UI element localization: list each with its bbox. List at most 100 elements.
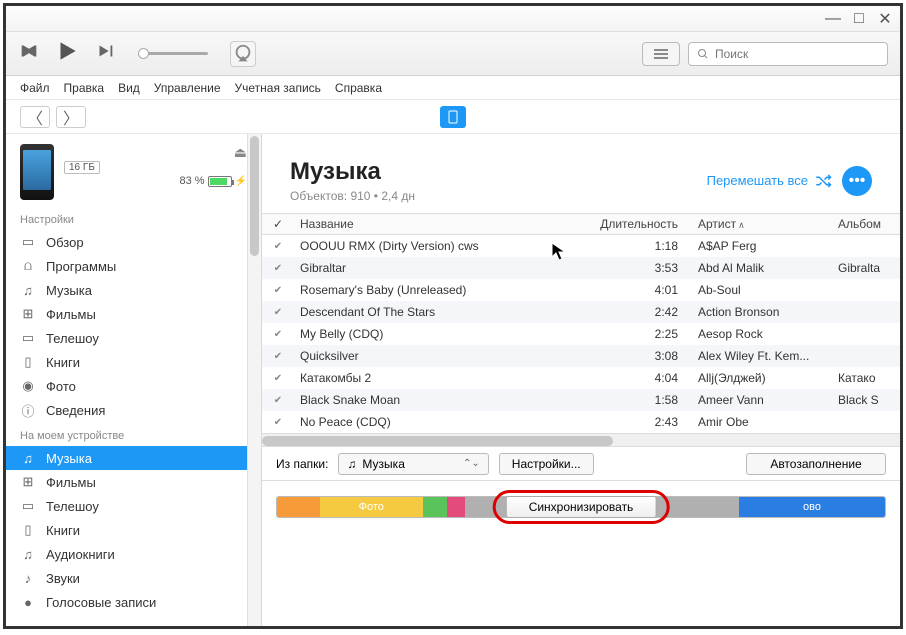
sidebar-item-Программы[interactable]: ⩍Программы xyxy=(6,254,261,278)
sidebar-item-label: Телешоу xyxy=(46,499,99,514)
sidebar-item-Книги[interactable]: ▯Книги xyxy=(6,350,261,374)
table-row[interactable]: ✔OOOUU RMX (Dirty Version) cws1:18A$AP F… xyxy=(262,235,900,257)
autofill-button[interactable]: Автозаполнение xyxy=(746,453,886,475)
sidebar-icon: ♫ xyxy=(20,450,36,466)
sidebar-icon: ◉ xyxy=(20,378,36,394)
list-view-button[interactable] xyxy=(642,42,680,66)
usage-segment: ово xyxy=(739,497,885,517)
folder-selector[interactable]: ♫ Музыка ⌃⌄ xyxy=(338,453,488,475)
sidebar-item-label: Аудиокниги xyxy=(46,547,115,562)
sidebar-device-item-Телешоу[interactable]: ▭Телешоу xyxy=(6,494,261,518)
col-album[interactable]: Альбом xyxy=(830,217,900,231)
sidebar-item-Фильмы[interactable]: ⊞Фильмы xyxy=(6,302,261,326)
menu-controls[interactable]: Управление xyxy=(154,81,221,95)
settings-button[interactable]: Настройки... xyxy=(499,453,594,475)
track-name: Катакомбы 2 xyxy=(294,371,600,385)
sidebar-item-Фото[interactable]: ◉Фото xyxy=(6,374,261,398)
sidebar-icon: ▭ xyxy=(20,330,36,346)
col-name[interactable]: Название xyxy=(294,217,600,231)
sidebar-item-Сведения[interactable]: ⓘСведения xyxy=(6,398,261,422)
search-input[interactable] xyxy=(715,47,879,61)
row-check-icon[interactable]: ✔ xyxy=(262,417,294,428)
eject-button[interactable]: ⏏ xyxy=(179,144,247,161)
usage-segment: Фото xyxy=(320,497,423,517)
sidebar-device-item-Аудиокниги[interactable]: ♫Аудиокниги xyxy=(6,542,261,566)
play-button[interactable] xyxy=(54,38,80,69)
close-button[interactable]: ✕ xyxy=(878,12,892,26)
search-field[interactable] xyxy=(688,42,888,66)
col-duration[interactable]: Длительность xyxy=(600,217,690,231)
sidebar-device-item-Голосовые записи[interactable]: ● Голосовые записи xyxy=(6,590,261,614)
page-title: Музыка xyxy=(290,158,415,186)
sidebar-icon: ● xyxy=(20,594,36,610)
track-album: Gibralta xyxy=(830,261,900,275)
next-track-button[interactable] xyxy=(94,40,116,67)
back-button[interactable]: 〈 xyxy=(20,106,50,128)
table-row[interactable]: ✔Gibraltar3:53Abd Al MalikGibralta xyxy=(262,257,900,279)
sidebar-item-Музыка[interactable]: ♫Музыка xyxy=(6,278,261,302)
table-row[interactable]: ✔Катакомбы 24:04Allj(Элджей)Катако xyxy=(262,367,900,389)
row-check-icon[interactable]: ✔ xyxy=(262,285,294,296)
sync-button[interactable]: Синхронизировать xyxy=(506,496,657,518)
volume-slider[interactable] xyxy=(138,52,208,55)
col-check[interactable]: ✓ xyxy=(262,217,294,231)
table-row[interactable]: ✔No Peace (CDQ)2:43Amir Obe xyxy=(262,411,900,433)
forward-button[interactable]: 〉 xyxy=(56,106,86,128)
row-check-icon[interactable]: ✔ xyxy=(262,307,294,318)
row-check-icon[interactable]: ✔ xyxy=(262,373,294,384)
track-name: Descendant Of The Stars xyxy=(294,305,600,319)
sidebar-icon: ▯ xyxy=(20,354,36,370)
table-row[interactable]: ✔My Belly (CDQ)2:25Aesop Rock xyxy=(262,323,900,345)
sidebar-item-Телешоу[interactable]: ▭Телешоу xyxy=(6,326,261,350)
row-check-icon[interactable]: ✔ xyxy=(262,395,294,406)
table-header: ✓ Название Длительность Артист∧ Альбом xyxy=(262,213,900,235)
sidebar-device-item-Звуки[interactable]: ♪Звуки xyxy=(6,566,261,590)
maximize-button[interactable]: □ xyxy=(852,12,866,26)
device-tab[interactable] xyxy=(440,106,466,128)
minimize-button[interactable]: — xyxy=(826,12,840,26)
row-check-icon[interactable]: ✔ xyxy=(262,351,294,362)
sidebar-section-ondevice: На моем устройстве xyxy=(6,422,261,446)
menu-view[interactable]: Вид xyxy=(118,81,140,95)
track-album: Катако xyxy=(830,371,900,385)
track-album: Black S xyxy=(830,393,900,407)
track-duration: 4:01 xyxy=(600,283,690,297)
horizontal-scrollbar[interactable] xyxy=(262,433,900,447)
track-duration: 2:25 xyxy=(600,327,690,341)
sidebar-item-label: Голосовые записи xyxy=(46,595,156,610)
sort-asc-icon: ∧ xyxy=(738,220,745,230)
track-duration: 4:04 xyxy=(600,371,690,385)
sidebar-item-Обзор[interactable]: ▭ Обзор xyxy=(6,230,261,254)
col-artist[interactable]: Артист∧ xyxy=(690,217,830,231)
menu-help[interactable]: Справка xyxy=(335,81,382,95)
table-row[interactable]: ✔Quicksilver3:08Alex Wiley Ft. Kem... xyxy=(262,345,900,367)
sidebar-device-item-Фильмы[interactable]: ⊞Фильмы xyxy=(6,470,261,494)
menu-account[interactable]: Учетная запись xyxy=(235,81,321,95)
airplay-button[interactable] xyxy=(230,41,256,67)
more-actions-button[interactable]: ••• xyxy=(842,166,872,196)
sidebar-icon: ▭ xyxy=(20,234,36,250)
prev-track-button[interactable] xyxy=(18,40,40,67)
menu-file[interactable]: Файл xyxy=(20,81,50,95)
row-check-icon[interactable]: ✔ xyxy=(262,329,294,340)
table-row[interactable]: ✔Descendant Of The Stars2:42Action Brons… xyxy=(262,301,900,323)
sidebar-device-item-Музыка[interactable]: ♫Музыка xyxy=(6,446,261,470)
track-name: My Belly (CDQ) xyxy=(294,327,600,341)
row-check-icon[interactable]: ✔ xyxy=(262,263,294,274)
shuffle-all-button[interactable]: Перемешать все xyxy=(707,172,832,190)
row-check-icon[interactable]: ✔ xyxy=(262,241,294,252)
sidebar-device-item-Книги[interactable]: ▯ Книги xyxy=(6,518,261,542)
table-row[interactable]: ✔Rosemary's Baby (Unreleased)4:01Ab-Soul xyxy=(262,279,900,301)
track-duration: 3:08 xyxy=(600,349,690,363)
sidebar-item-label: Обзор xyxy=(46,235,84,250)
search-icon xyxy=(697,48,709,60)
sidebar-item-label: Книги xyxy=(46,523,80,538)
table-row[interactable]: ✔Black Snake Moan1:58Ameer VannBlack S xyxy=(262,389,900,411)
usage-segment xyxy=(277,497,320,517)
track-name: Quicksilver xyxy=(294,349,600,363)
sidebar-icon: ♪ xyxy=(20,570,36,586)
sidebar-scrollbar[interactable] xyxy=(247,134,261,626)
menu-edit[interactable]: Правка xyxy=(64,81,105,95)
sidebar-icon: ▯ xyxy=(20,522,36,538)
page-subtitle: Объектов: 910 • 2,4 дн xyxy=(290,189,415,203)
